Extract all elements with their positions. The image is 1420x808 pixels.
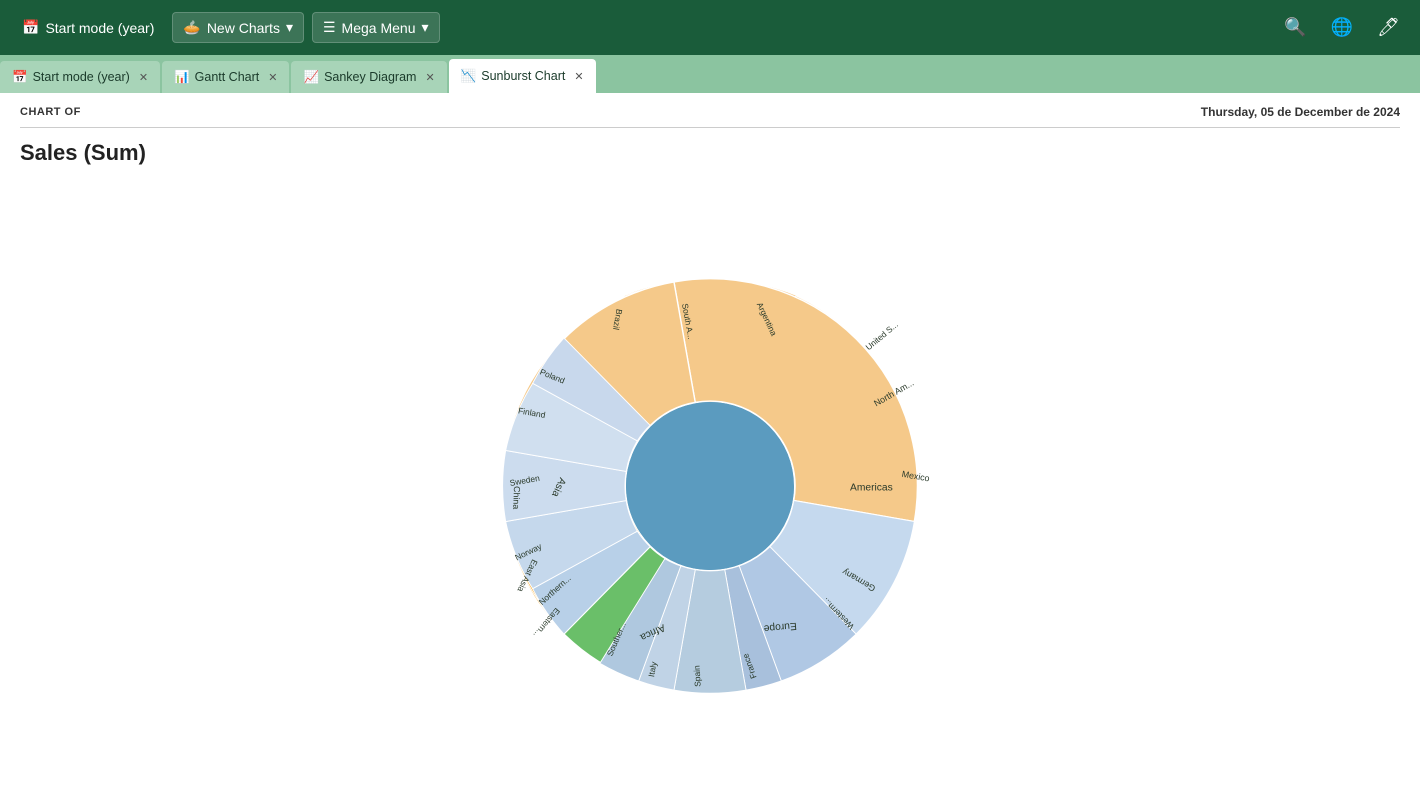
content-area: CHART OF Thursday, 05 de December de 202… xyxy=(0,93,1420,808)
tab-close-sankey[interactable]: ✕ xyxy=(425,71,434,84)
tab-close-sunburst[interactable]: ✕ xyxy=(574,70,583,83)
search-button[interactable]: 🔍 xyxy=(1276,11,1314,44)
china-label: China xyxy=(511,486,522,510)
date-label: Thursday, 05 de December de 2024 xyxy=(1201,105,1400,119)
tab-close-gantt[interactable]: ✕ xyxy=(268,71,277,84)
chart-of-label: CHART OF xyxy=(20,106,81,118)
tab-sankey-icon: 📈 xyxy=(303,70,319,85)
tab-bar: 📅 Start mode (year) ✕ 📊 Gantt Chart ✕ 📈 … xyxy=(0,55,1420,93)
tab-sankey-label: Sankey Diagram xyxy=(324,70,416,84)
tab-close-start-mode[interactable]: ✕ xyxy=(139,71,148,84)
chevron-down-icon-2: ▾ xyxy=(421,19,428,36)
new-charts-button[interactable]: 🥧 New Charts ▾ xyxy=(172,12,304,43)
mega-menu-button[interactable]: ☰ Mega Menu ▾ xyxy=(312,12,440,43)
united-s-label: United S... xyxy=(864,319,900,352)
tab-label: Start mode (year) xyxy=(33,70,130,84)
settings-button[interactable]: 🖊 xyxy=(1369,11,1408,44)
tab-sankey[interactable]: 📈 Sankey Diagram ✕ xyxy=(291,61,446,93)
center-circle-top[interactable] xyxy=(626,402,794,570)
tab-calendar-icon: 📅 xyxy=(12,70,28,85)
brand-button[interactable]: 📅 Start mode (year) xyxy=(12,13,164,42)
top-navbar: 📅 Start mode (year) 🥧 New Charts ▾ ☰ Meg… xyxy=(0,0,1420,55)
chevron-down-icon: ▾ xyxy=(286,19,293,36)
tab-gantt-icon: 📊 xyxy=(174,70,190,85)
menu-icon: ☰ xyxy=(323,19,336,36)
tab-sunburst-label: Sunburst Chart xyxy=(481,69,565,83)
tab-gantt-chart[interactable]: 📊 Gantt Chart ✕ xyxy=(162,61,289,93)
americas-label: Americas xyxy=(850,483,893,494)
content-header: CHART OF Thursday, 05 de December de 202… xyxy=(20,105,1400,119)
tab-gantt-label: Gantt Chart xyxy=(195,70,260,84)
sunburst-chart[interactable]: Americas North Am... United S... Mexico … xyxy=(430,206,990,766)
header-divider xyxy=(20,127,1400,128)
mega-menu-label: Mega Menu xyxy=(342,20,416,36)
spain-label: Spain xyxy=(692,665,703,687)
chart-container: Americas North Am... United S... Mexico … xyxy=(20,176,1400,796)
brand-label: Start mode (year) xyxy=(45,20,154,36)
tab-sunburst-icon: 📉 xyxy=(461,69,477,84)
new-charts-label: New Charts xyxy=(207,20,280,36)
language-button[interactable]: 🌐 xyxy=(1323,11,1361,44)
tab-sunburst[interactable]: 📉 Sunburst Chart ✕ xyxy=(449,59,596,93)
tab-start-mode[interactable]: 📅 Start mode (year) ✕ xyxy=(0,61,160,93)
pie-chart-icon: 🥧 xyxy=(183,19,200,36)
chart-title: Sales (Sum) xyxy=(20,140,1400,166)
calendar-icon: 📅 xyxy=(22,19,39,36)
